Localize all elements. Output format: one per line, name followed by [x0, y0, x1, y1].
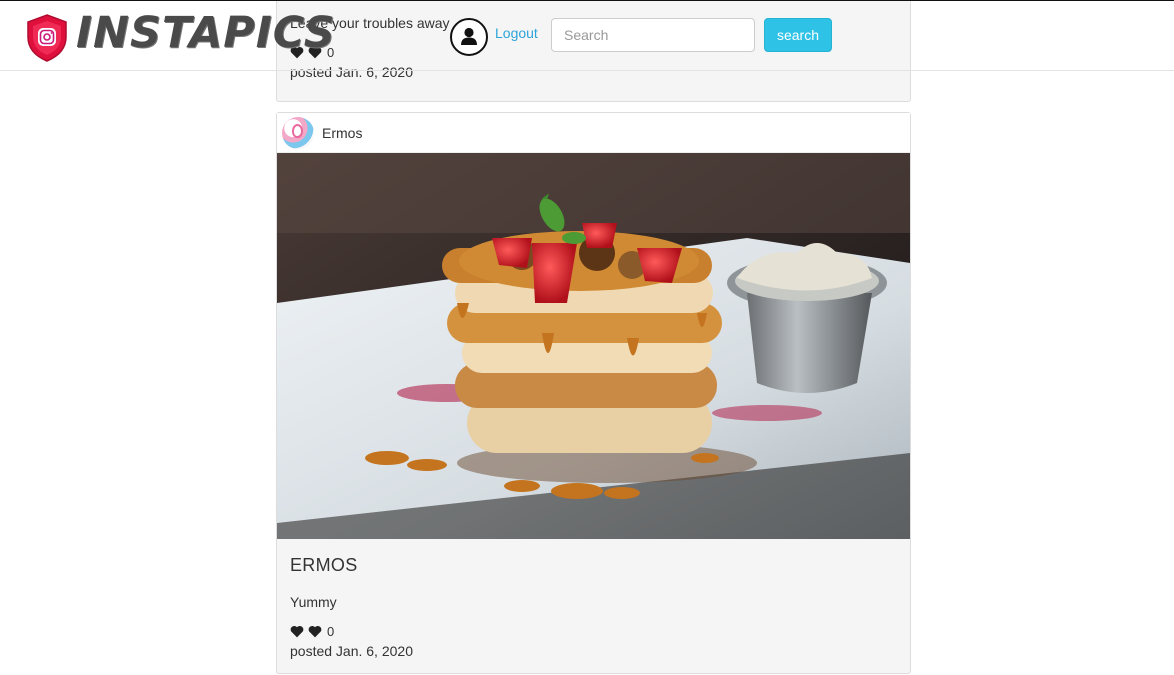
like-count: 0 [327, 624, 335, 639]
logout-link[interactable]: Logout [495, 25, 538, 41]
post-username[interactable]: Ermos [322, 125, 362, 141]
search-input[interactable] [551, 18, 755, 52]
post-header: Ermos [277, 113, 910, 153]
instagram-shield-logo-icon[interactable] [26, 13, 68, 63]
likes-row: 0 [290, 624, 897, 639]
post-title: ERMOS [290, 555, 358, 575]
profile-icon[interactable] [450, 18, 488, 56]
unlike-heart-icon[interactable] [308, 625, 322, 638]
search-button[interactable]: search [764, 18, 832, 52]
post-caption: Yummy [290, 594, 337, 610]
user-avatar[interactable] [282, 116, 314, 149]
post-date: posted Jan. 6, 2020 [290, 643, 413, 659]
post-date: posted Jan. 6, 2020 [290, 64, 413, 80]
like-heart-icon[interactable] [290, 625, 304, 638]
post-card: Ermos ERMOS Yummy 0 posted Jan. 6, 2020 [276, 112, 911, 674]
brand-name[interactable]: INSTAPICS [76, 5, 336, 61]
post-body: ERMOS Yummy 0 posted Jan. 6, 2020 [277, 539, 910, 675]
post-image[interactable] [277, 153, 910, 539]
